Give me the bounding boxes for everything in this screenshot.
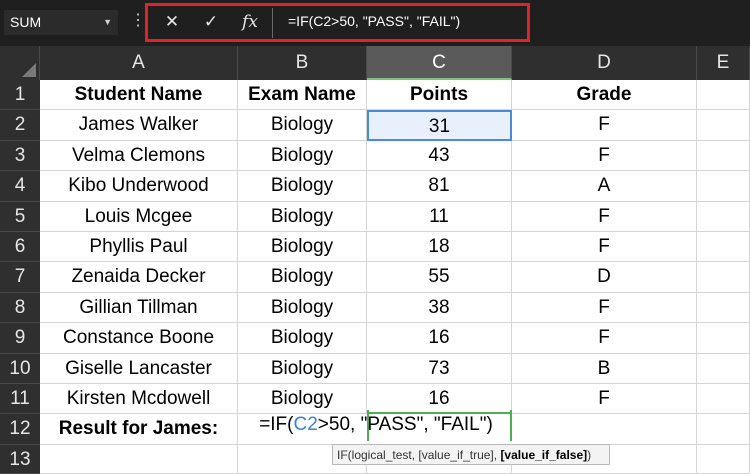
cell-d9[interactable]: F (512, 323, 697, 354)
cell-a8[interactable]: Gillian Tillman (40, 292, 238, 324)
formula-suffix: >50, "PASS", "FAIL") (317, 414, 493, 435)
row-header-10[interactable]: 10 (0, 353, 40, 384)
cell-b10[interactable]: Biology (238, 353, 367, 384)
cell-a7[interactable]: Zenaida Decker (40, 262, 238, 293)
formula-prefix: =IF( (259, 414, 294, 435)
cell-c7[interactable]: 55 (367, 262, 512, 293)
cell-e9[interactable] (697, 323, 750, 354)
insert-function-icon[interactable]: fx (238, 10, 262, 34)
cell-d11[interactable]: F (512, 384, 697, 415)
cell-c2[interactable]: 31 (367, 110, 512, 141)
formula-bar-divider (272, 8, 273, 38)
row-header-7[interactable]: 7 (0, 262, 40, 293)
cell-e6[interactable] (697, 232, 750, 263)
cell-d5[interactable]: F (512, 201, 697, 232)
cell-c3[interactable]: 43 (367, 140, 512, 172)
name-box[interactable]: SUM ▼ (4, 10, 118, 35)
cell-e10[interactable] (697, 353, 750, 384)
cell-d3[interactable]: F (512, 140, 697, 172)
row-header-13[interactable]: 13 (0, 444, 40, 474)
name-box-value: SUM (10, 14, 42, 30)
cell-b5[interactable]: Biology (238, 201, 367, 232)
cell-a13[interactable] (40, 444, 238, 474)
tooltip-args: logical_test, [value_if_true], (351, 448, 501, 462)
cell-d12[interactable] (512, 414, 697, 445)
row-header-9[interactable]: 9 (0, 323, 40, 354)
cell-a12[interactable]: Result for James: (40, 414, 238, 445)
cell-e13[interactable] (697, 444, 750, 474)
row-header-2[interactable]: 2 (0, 110, 40, 141)
cell-b4[interactable]: Biology (238, 171, 367, 202)
tooltip-close: ) (587, 448, 592, 462)
cell-d1[interactable]: Grade (512, 80, 697, 111)
cell-reference: C2 (293, 414, 318, 435)
cell-b3[interactable]: Biology (238, 140, 367, 172)
select-all-corner[interactable] (0, 46, 40, 80)
cell-a11[interactable]: Kirsten Mcdowell (40, 384, 238, 415)
more-options-icon[interactable]: ⋮ (130, 11, 146, 31)
cell-a9[interactable]: Constance Boone (40, 323, 238, 354)
chevron-down-icon[interactable]: ▼ (103, 10, 112, 35)
cell-d6[interactable]: F (512, 232, 697, 263)
cell-e5[interactable] (697, 201, 750, 232)
column-header-b[interactable]: B (238, 46, 367, 80)
cell-e12[interactable] (697, 414, 750, 445)
row-header-5[interactable]: 5 (0, 201, 40, 232)
cell-b7[interactable]: Biology (238, 262, 367, 293)
row-header-3[interactable]: 3 (0, 140, 40, 172)
row-header-12[interactable]: 12 (0, 414, 40, 445)
tooltip-active-arg: [value_if_false] (500, 448, 588, 462)
cell-d8[interactable]: F (512, 292, 697, 324)
cell-c10[interactable]: 73 (367, 353, 512, 384)
cell-c5[interactable]: 11 (367, 201, 512, 232)
cell-b8[interactable]: Biology (238, 292, 367, 324)
row-header-1[interactable]: 1 (0, 80, 40, 111)
cell-a4[interactable]: Kibo Underwood (40, 171, 238, 202)
column-header-d[interactable]: D (512, 46, 697, 80)
cell-c9[interactable]: 16 (367, 323, 512, 354)
cell-e8[interactable] (697, 292, 750, 324)
row-header-8[interactable]: 8 (0, 292, 40, 324)
enter-icon[interactable]: ✓ (199, 10, 223, 34)
cell-c4[interactable]: 81 (367, 171, 512, 202)
cell-b1[interactable]: Exam Name (238, 80, 367, 111)
column-header-c[interactable]: C (367, 46, 512, 80)
cell-e11[interactable] (697, 384, 750, 415)
cell-b9[interactable]: Biology (238, 323, 367, 354)
cell-b6[interactable]: Biology (238, 232, 367, 263)
cell-e2[interactable] (697, 110, 750, 141)
formula-bar: SUM ▼ ⋮ ✕ ✓ fx =IF(C2>50, "PASS", "FAIL"… (0, 0, 750, 46)
cell-d2[interactable]: F (512, 110, 697, 141)
cell-c8[interactable]: 38 (367, 292, 512, 324)
function-arguments-tooltip[interactable]: IF(logical_test, [value_if_true], [value… (332, 444, 610, 465)
cell-b2[interactable]: Biology (238, 110, 367, 141)
cell-c1[interactable]: Points (367, 80, 512, 111)
cell-a5[interactable]: Louis Mcgee (40, 201, 238, 232)
cell-a10[interactable]: Giselle Lancaster (40, 353, 238, 384)
formula-input[interactable]: =IF(C2>50, "PASS", "FAIL") (288, 13, 460, 29)
cell-d4[interactable]: A (512, 171, 697, 202)
cell-d7[interactable]: D (512, 262, 697, 293)
cell-e3[interactable] (697, 140, 750, 172)
row-header-11[interactable]: 11 (0, 384, 40, 415)
cell-e7[interactable] (697, 262, 750, 293)
cell-a3[interactable]: Velma Clemons (40, 140, 238, 172)
column-header-e[interactable]: E (697, 46, 750, 80)
column-header-a[interactable]: A (40, 46, 238, 80)
tooltip-func: IF( (337, 448, 352, 462)
cancel-icon[interactable]: ✕ (160, 10, 184, 34)
row-header-6[interactable]: 6 (0, 232, 40, 263)
cell-d10[interactable]: B (512, 353, 697, 384)
in-cell-formula-editor[interactable]: =IF(C2>50, "PASS", "FAIL") (240, 410, 512, 440)
cell-e1[interactable] (697, 80, 750, 111)
cell-a1[interactable]: Student Name (40, 80, 238, 111)
cell-a2[interactable]: James Walker (40, 110, 238, 141)
row-header-4[interactable]: 4 (0, 171, 40, 202)
cell-c6[interactable]: 18 (367, 232, 512, 263)
cell-a6[interactable]: Phyllis Paul (40, 232, 238, 263)
cell-e4[interactable] (697, 171, 750, 202)
